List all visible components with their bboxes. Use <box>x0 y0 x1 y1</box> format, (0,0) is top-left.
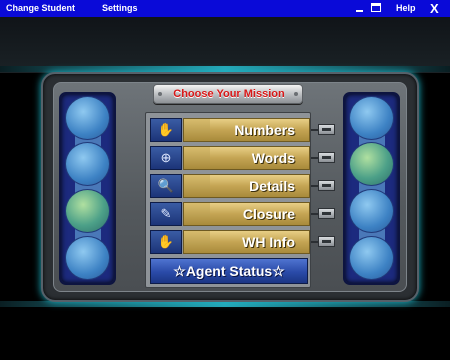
magnifier-icon: 🔍 <box>150 174 182 198</box>
mission-words-button[interactable]: ⊕ Words <box>150 146 310 170</box>
mission-wh-info-button[interactable]: ✋ WH Info <box>150 230 310 254</box>
words-status-button[interactable] <box>318 152 335 163</box>
numbers-icon: ✋ <box>150 118 182 142</box>
lower-background <box>0 302 450 360</box>
right-orb-column <box>343 92 400 285</box>
close-button[interactable]: X <box>430 1 439 16</box>
mission-label: Details <box>183 174 310 198</box>
orb-indicator <box>349 96 394 140</box>
orb-indicator <box>65 189 110 233</box>
wh-info-status-button[interactable] <box>318 236 335 247</box>
page-title: Choose Your Mission <box>173 88 285 100</box>
orb-indicator <box>65 96 110 140</box>
mission-label: Numbers <box>183 118 310 142</box>
closure-icon: ✎ <box>150 202 182 226</box>
mission-details-button[interactable]: 🔍 Details <box>150 174 310 198</box>
change-student-menu[interactable]: Change Student <box>6 3 75 13</box>
left-orb-column <box>59 92 116 285</box>
mission-menu-panel: ✋ Numbers ⊕ Words 🔍 Details ✎ Closure ✋ … <box>145 112 311 288</box>
orb-indicator <box>349 236 394 280</box>
menu-bar: Change Student Settings Help X <box>0 0 450 17</box>
maximize-icon[interactable] <box>371 3 381 12</box>
mission-title-plate: Choose Your Mission <box>153 84 303 104</box>
mission-label: WH Info <box>183 230 310 254</box>
minimize-icon[interactable] <box>356 5 363 12</box>
upper-background <box>0 17 450 73</box>
orb-indicator <box>65 142 110 186</box>
orb-indicator <box>349 189 394 233</box>
mission-label: Closure <box>183 202 310 226</box>
orb-indicator <box>65 236 110 280</box>
help-menu[interactable]: Help <box>396 3 416 13</box>
mission-numbers-button[interactable]: ✋ Numbers <box>150 118 310 142</box>
settings-menu[interactable]: Settings <box>102 3 138 13</box>
numbers-status-button[interactable] <box>318 124 335 135</box>
details-status-button[interactable] <box>318 180 335 191</box>
mission-closure-button[interactable]: ✎ Closure <box>150 202 310 226</box>
mission-label: Words <box>183 146 310 170</box>
words-icon: ⊕ <box>150 146 182 170</box>
wh-info-icon: ✋ <box>150 230 182 254</box>
orb-indicator <box>349 142 394 186</box>
agent-status-button[interactable]: ☆Agent Status☆ <box>150 258 308 284</box>
closure-status-button[interactable] <box>318 208 335 219</box>
